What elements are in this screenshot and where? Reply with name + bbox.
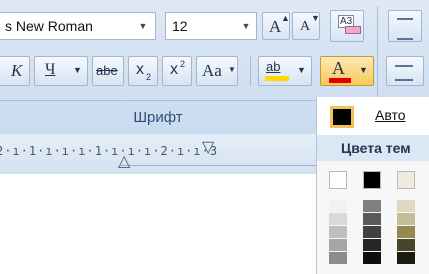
chevron-down-icon[interactable]: ▼ [135, 13, 151, 39]
theme-color-shade-swatch[interactable] [329, 200, 347, 213]
chevron-down-icon[interactable]: ▼ [359, 65, 368, 75]
first-line-indent-icon[interactable]: ▽ [202, 137, 214, 157]
theme-color-shade-swatch[interactable] [397, 252, 415, 265]
left-indent-icon[interactable]: △ [118, 151, 130, 171]
auto-color-item[interactable]: Авто [317, 97, 429, 135]
subscript-icon: x [136, 61, 144, 78]
font-name-combobox[interactable]: s New Roman ▼ [0, 12, 156, 40]
font-size-value: 12 [172, 18, 188, 34]
theme-color-shade-swatch[interactable] [363, 226, 381, 239]
theme-color-shade-swatch[interactable] [397, 200, 415, 213]
theme-color-shade-swatch[interactable] [397, 213, 415, 226]
font-color-menu: Авто Цвета тем [316, 97, 429, 274]
clear-formatting-button[interactable]: A3 [330, 10, 364, 42]
chevron-down-icon[interactable]: ▼ [73, 65, 82, 75]
strikethrough-button[interactable]: abe [92, 56, 124, 86]
theme-color-shade-swatch[interactable] [363, 200, 381, 213]
subscript-button[interactable]: x 2 [128, 56, 158, 86]
highlight-button[interactable]: ab ▼ [258, 56, 312, 86]
grow-font-button[interactable]: A ▲ [262, 12, 290, 40]
theme-color-shade-swatch[interactable] [397, 239, 415, 252]
theme-color-swatch[interactable] [363, 171, 381, 189]
change-case-button[interactable]: Aa ▼ [196, 56, 238, 86]
italic-button[interactable]: K [0, 56, 30, 86]
bullets-button[interactable] [388, 10, 422, 42]
underline-button[interactable]: Ч ▼ [34, 56, 88, 86]
theme-color-shade-column [397, 200, 415, 265]
theme-color-shade-column [329, 200, 347, 265]
document-page[interactable] [0, 174, 316, 274]
bullets-icon [397, 18, 413, 40]
theme-color-shade-column [363, 200, 381, 265]
font-color-button[interactable]: A ▼ [320, 56, 374, 86]
group-separator [250, 56, 251, 86]
superscript-icon: x [170, 61, 178, 78]
ruler-scale: 2·ı·1·ı·ı·ı·1·ı·ı·ı·2·ı·ı·3 [0, 144, 219, 158]
strikethrough-icon: abe [96, 63, 118, 78]
theme-color-shade-swatch[interactable] [329, 213, 347, 226]
font-group-label: Шрифт [133, 109, 183, 126]
theme-color-shade-swatch[interactable] [363, 252, 381, 265]
auto-color-label: Авто [375, 107, 406, 123]
theme-colors-header: Цвета тем [317, 135, 429, 161]
theme-color-shade-swatch[interactable] [363, 239, 381, 252]
theme-color-shade-swatch[interactable] [363, 213, 381, 226]
chevron-down-icon[interactable]: ▼ [238, 13, 254, 39]
chevron-down-icon[interactable]: ▼ [297, 65, 306, 75]
theme-color-shade-swatch[interactable] [397, 226, 415, 239]
auto-color-swatch [330, 106, 354, 128]
underline-icon: Ч [45, 61, 56, 78]
font-size-combobox[interactable]: 12 ▼ [165, 12, 257, 40]
shrink-font-icon: A [300, 19, 311, 34]
font-color-icon: A [332, 58, 345, 78]
theme-color-shade-swatch[interactable] [329, 252, 347, 265]
group-separator [377, 6, 378, 101]
ruler-baseline [120, 165, 316, 166]
shrink-font-button[interactable]: A ▼ [292, 12, 320, 40]
chevron-down-icon[interactable]: ▼ [228, 65, 236, 74]
horizontal-ruler[interactable]: 2·ı·1·ı·ı·ı·1·ı·ı·ı·2·ı·ı·3 [0, 134, 316, 174]
font-name-value: s New Roman [5, 18, 93, 34]
theme-color-swatch[interactable] [329, 171, 347, 189]
align-left-icon [395, 65, 413, 81]
italic-icon: K [11, 61, 23, 80]
theme-color-shade-swatch[interactable] [329, 226, 347, 239]
align-left-button[interactable] [386, 56, 424, 86]
theme-color-shade-swatch[interactable] [329, 239, 347, 252]
superscript-button[interactable]: x 2 [162, 56, 192, 86]
highlighter-icon: ab [266, 59, 281, 74]
theme-colors-title: Цвета тем [341, 140, 411, 156]
change-case-icon: Aa [202, 61, 222, 80]
grow-font-icon: A [269, 17, 282, 36]
theme-color-swatch[interactable] [397, 171, 415, 189]
